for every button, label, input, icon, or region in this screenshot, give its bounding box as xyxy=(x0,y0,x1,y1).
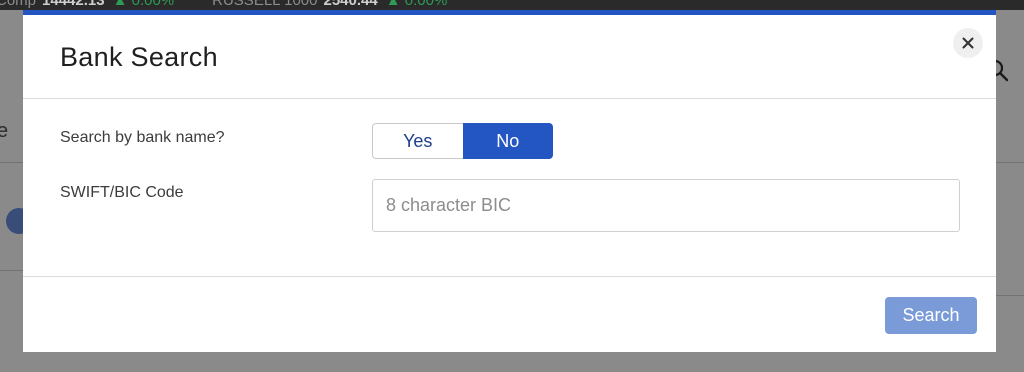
swift-code-label: SWIFT/BIC Code xyxy=(60,184,184,201)
swift-code-input[interactable] xyxy=(372,179,960,232)
header-divider xyxy=(23,98,996,99)
toggle-yes-button[interactable]: Yes xyxy=(372,123,463,159)
footer-divider xyxy=(23,276,996,277)
search-by-name-label: Search by bank name? xyxy=(60,129,225,146)
background-divider xyxy=(996,295,1024,296)
ticker-name: RUSSELL 1000 xyxy=(212,0,318,9)
background-text-fragment: e xyxy=(0,120,9,142)
ticker-name: Comp xyxy=(0,0,37,9)
ticker-value: 14442.13 xyxy=(42,0,105,9)
search-button[interactable]: Search xyxy=(885,297,977,334)
close-button[interactable] xyxy=(953,28,983,58)
ticker-value: 2540.44 xyxy=(323,0,378,9)
search-by-name-toggle: Yes No xyxy=(372,123,553,159)
background-divider xyxy=(0,270,24,271)
toggle-no-button[interactable]: No xyxy=(462,123,553,159)
bank-search-modal: Bank Search Search by bank name? Yes No … xyxy=(23,10,996,352)
background-divider xyxy=(0,162,24,163)
stock-ticker-bar: Comp 14442.13 ▲ 0.00% RUSSELL 1000 2540.44 ▲ … xyxy=(0,0,1024,10)
modal-title: Bank Search xyxy=(60,42,218,72)
close-icon xyxy=(962,37,974,49)
background-divider xyxy=(996,162,1024,163)
ticker-change: ▲ 0.00% xyxy=(112,0,175,9)
ticker-change: ▲ 0.00% xyxy=(385,0,448,9)
